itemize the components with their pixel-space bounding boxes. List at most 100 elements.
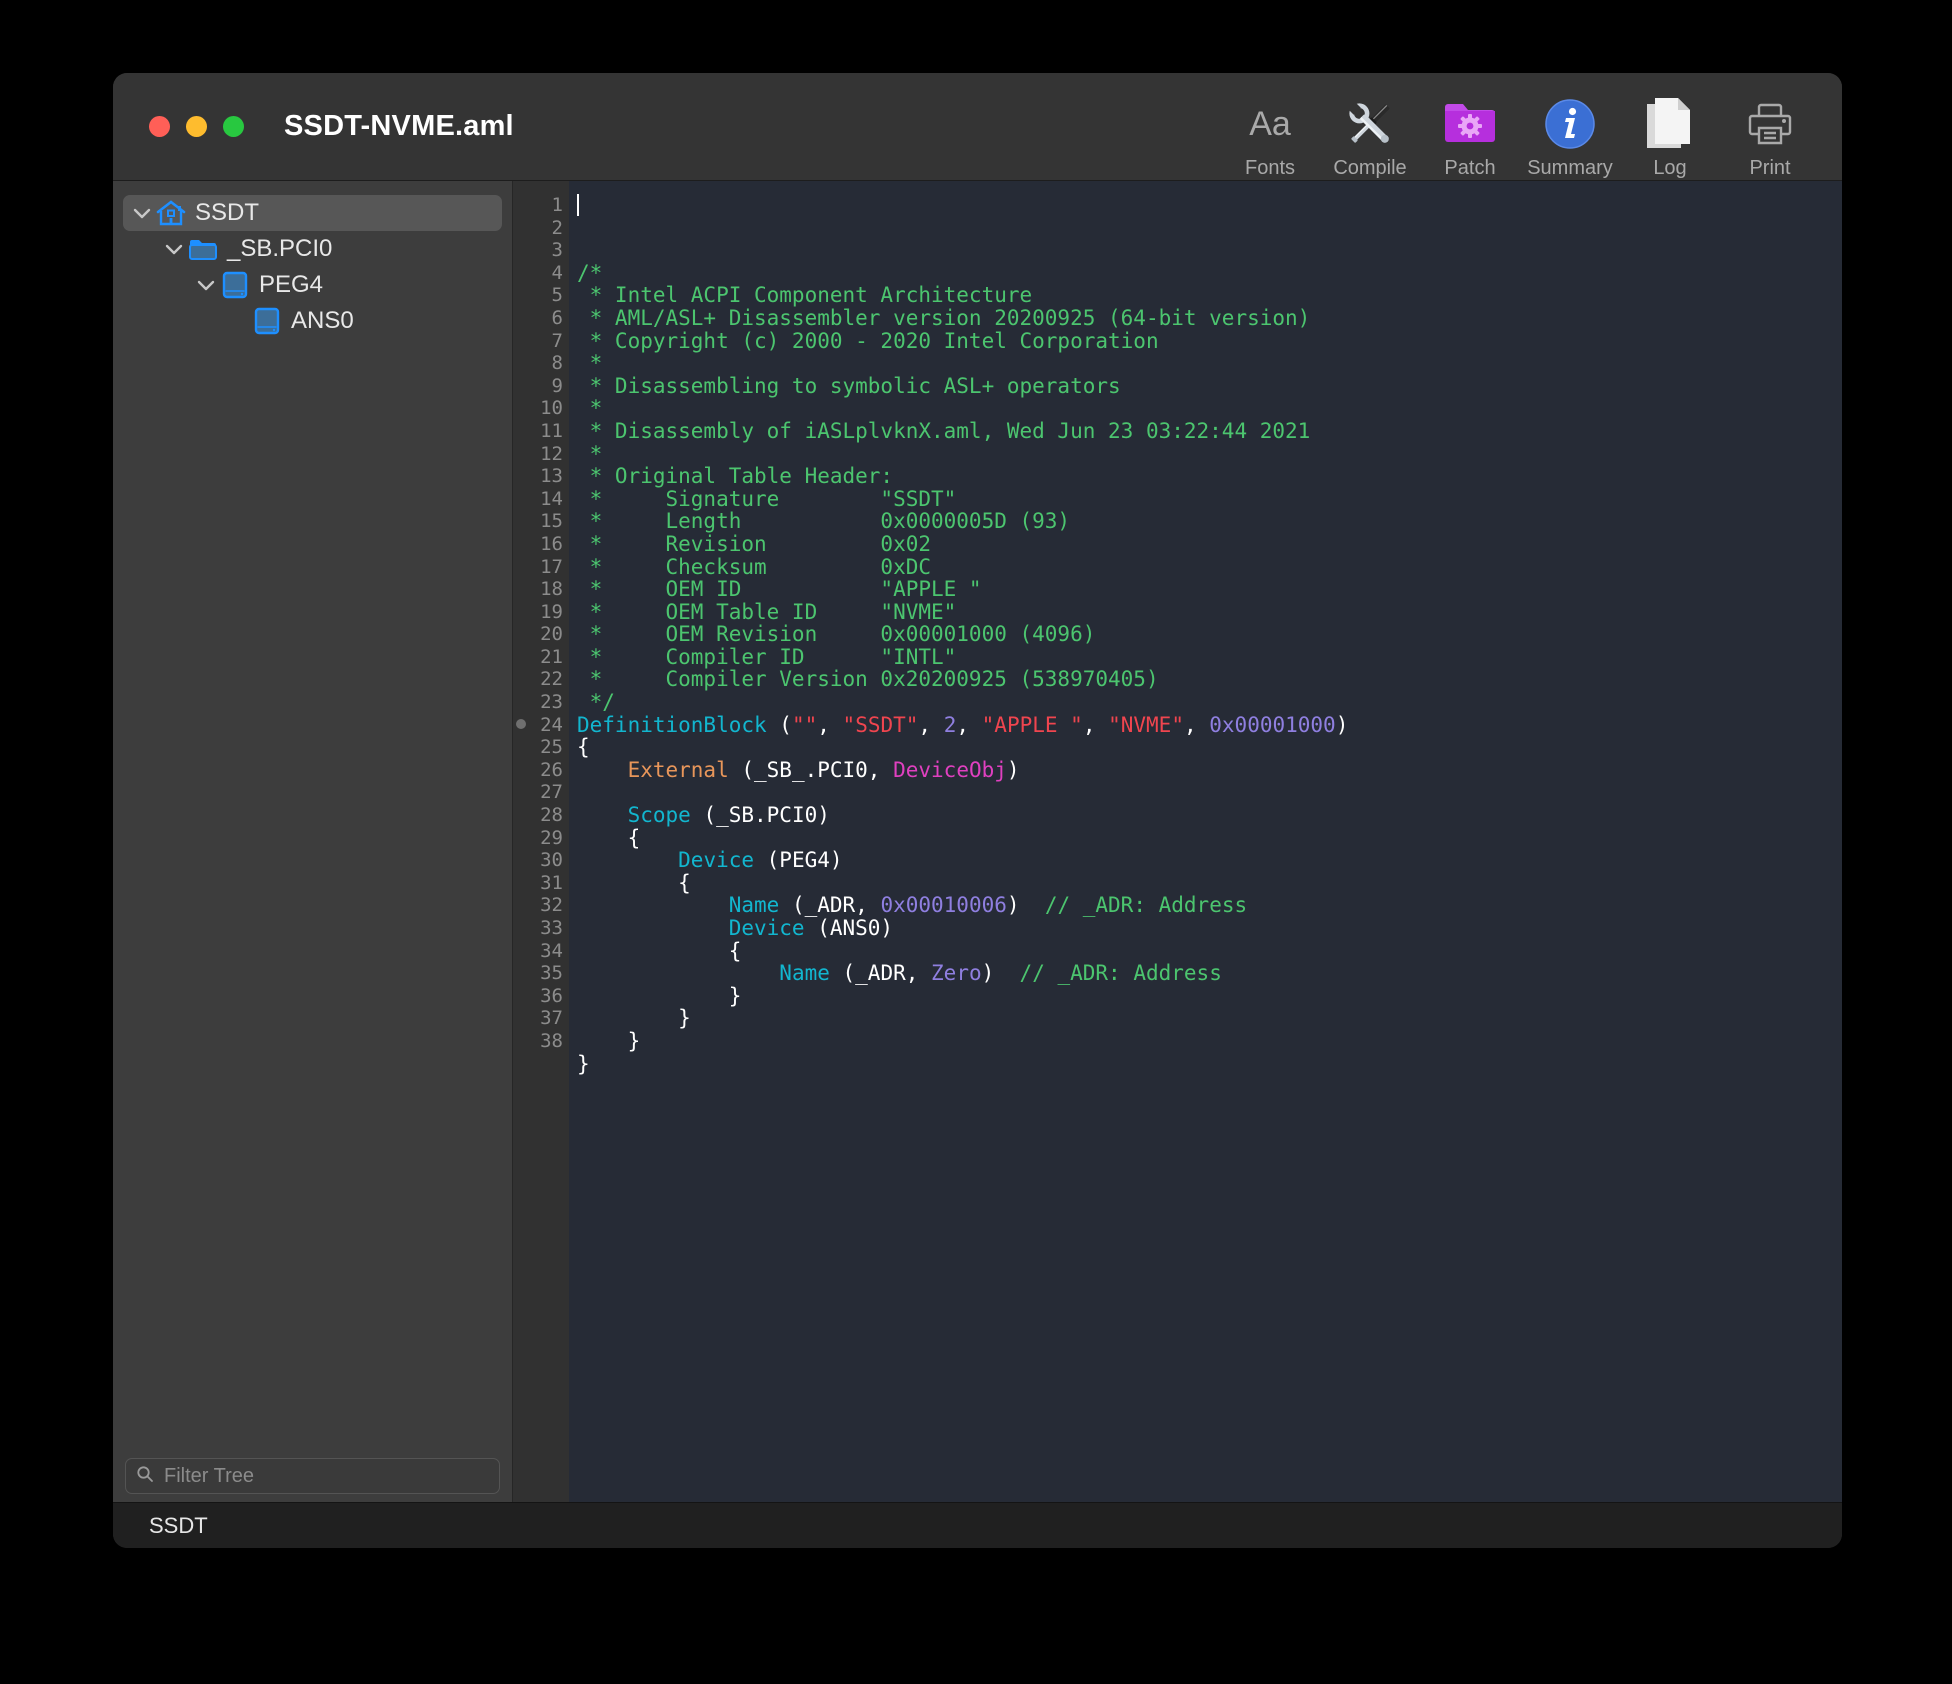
toolbar-button-log[interactable]: Log: [1620, 79, 1720, 180]
line-number: 11: [540, 419, 563, 442]
toolbar-button-summary[interactable]: Summary: [1520, 79, 1620, 180]
filter-tree-box[interactable]: [125, 1458, 500, 1494]
close-window-button[interactable]: [149, 116, 170, 137]
code-token-num: 2: [943, 712, 957, 737]
toolbar-label-patch: Patch: [1444, 157, 1496, 179]
line-number: 12: [540, 442, 563, 465]
tree-item-label: ANS0: [291, 307, 354, 334]
tree-item--sb-pci0[interactable]: _SB.PCI0: [155, 231, 502, 267]
code-line: * Length 0x0000005D (93): [577, 510, 1842, 533]
code-content[interactable]: /* * Intel ACPI Component Architecture *…: [569, 181, 1842, 1502]
search-icon: [136, 1465, 154, 1488]
fold-gutter[interactable]: [513, 181, 529, 1502]
code-token-pl: {: [577, 870, 691, 895]
code-token-cm: * Disassembling to symbolic ASL+ operato…: [577, 373, 1121, 398]
code-token-pl: ): [1335, 712, 1349, 737]
line-number: 38: [540, 1029, 563, 1052]
filter-tree-input[interactable]: [162, 1463, 489, 1489]
tree-item-label: _SB.PCI0: [227, 235, 333, 262]
code-editor[interactable]: 1 2 3 4 5 6 7 8 9 10 11 12 13 14 15 16 17 18 19 20 21 22 23 24 2…: [513, 181, 1842, 1502]
line-number: 6: [551, 306, 563, 329]
line-number: 10: [540, 397, 563, 420]
code-token-num: 0x00001000: [1209, 712, 1336, 737]
code-token-str: "": [791, 712, 818, 737]
line-number: 35: [540, 962, 563, 985]
code-token-cm: * Intel ACPI Component Architecture: [577, 283, 1033, 308]
code-token-pl: }: [577, 1051, 590, 1076]
code-token-cm: */: [577, 690, 615, 715]
code-line: /*: [577, 261, 1842, 285]
code-token-str: "NVME": [1108, 712, 1184, 737]
line-number: 26: [540, 758, 563, 781]
toolbar-button-patch[interactable]: Patch: [1420, 79, 1520, 180]
toolbar-button-print[interactable]: Print: [1720, 79, 1820, 180]
code-token-pl: ,: [956, 712, 982, 737]
code-token-num: 0x00010006: [880, 893, 1007, 918]
line-number: 7: [551, 329, 563, 352]
screen: SSDT-NVME.aml Aa Fonts Compile Patch Sum…: [0, 0, 1952, 1684]
line-number: 15: [540, 510, 563, 533]
code-line: }: [577, 983, 1842, 1008]
code-line: ​: [577, 1075, 1842, 1098]
line-number: 30: [540, 849, 563, 872]
code-token-cm: * OEM Revision 0x00001000 (4096): [577, 622, 1096, 647]
code-token-mag: DeviceObj: [893, 757, 1007, 782]
text-format-icon: Aa: [1249, 104, 1291, 143]
code-line: * OEM Revision 0x00001000 (4096): [577, 623, 1842, 646]
code-token-cm: *: [577, 351, 603, 376]
code-token-pl: }: [577, 983, 742, 1008]
code-token-kw2: External: [627, 757, 729, 782]
code-token-pl: (_ADR,: [829, 961, 932, 986]
chevron-down-icon[interactable]: [161, 243, 187, 255]
minimize-window-button[interactable]: [186, 116, 207, 137]
line-number: 34: [540, 939, 563, 962]
code-line: * OEM ID "APPLE ": [577, 578, 1842, 601]
zoom-window-button[interactable]: [223, 116, 244, 137]
line-number: 1: [551, 194, 563, 216]
toolbar-label-print: Print: [1749, 157, 1791, 179]
tree-item-peg4[interactable]: PEG4: [187, 267, 502, 303]
code-line: Device (PEG4): [577, 849, 1842, 872]
code-token-cm: * Compiler Version 0x20200925 (538970405…: [577, 667, 1159, 692]
tree-item-ssdt[interactable]: SSDT: [123, 195, 502, 231]
line-number: 13: [540, 465, 563, 488]
code-token-pl: ,: [1082, 712, 1109, 737]
code-token-pl: ,: [1183, 712, 1210, 737]
line-number: 3: [551, 239, 563, 262]
line-number: 31: [540, 871, 563, 894]
tree-item-label: SSDT: [195, 199, 260, 226]
tree-item-ans0[interactable]: ANS0: [219, 303, 502, 339]
code-line: {: [577, 939, 1842, 963]
code-line: * Disassembling to symbolic ASL+ operato…: [577, 373, 1842, 398]
document-pages-icon: [1643, 95, 1697, 153]
toolbar-label-fonts: Fonts: [1244, 157, 1296, 179]
code-line: * Signature "SSDT": [577, 487, 1842, 511]
code-line: */: [577, 691, 1842, 714]
line-number: 5: [551, 284, 563, 307]
code-token-cm: * Checksum 0xDC: [577, 554, 932, 579]
code-token-str: "SSDT": [842, 712, 919, 737]
line-number: 4: [551, 261, 563, 284]
code-line: * Compiler ID "INTL": [577, 646, 1842, 669]
code-line: External (_SB_.PCI0, DeviceObj): [577, 759, 1842, 782]
code-token-pl: (ANS0): [804, 916, 894, 940]
code-token-kw: Device: [678, 848, 755, 873]
traffic-light-controls: [149, 116, 244, 137]
code-line: {: [577, 826, 1842, 850]
line-number: 21: [540, 645, 563, 668]
code-line: *: [577, 397, 1842, 420]
code-fold-marker[interactable]: [516, 718, 526, 729]
toolbar-button-fonts[interactable]: Aa Fonts: [1220, 79, 1320, 180]
line-number: 27: [540, 781, 563, 804]
code-line: * Disassembly of iASLplvknX.aml, Wed Jun…: [577, 420, 1842, 443]
code-token-cm: // _ADR: Address: [1044, 893, 1248, 918]
chevron-down-icon[interactable]: [129, 207, 155, 219]
code-line: Scope (_SB.PCI0): [577, 804, 1842, 827]
folder-icon: [187, 236, 219, 262]
app-window: SSDT-NVME.aml Aa Fonts Compile Patch Sum…: [113, 73, 1842, 1548]
chevron-down-icon[interactable]: [193, 279, 219, 291]
code-token-cm: // _ADR: Address: [1019, 961, 1222, 986]
toolbar-button-compile[interactable]: Compile: [1320, 79, 1420, 180]
